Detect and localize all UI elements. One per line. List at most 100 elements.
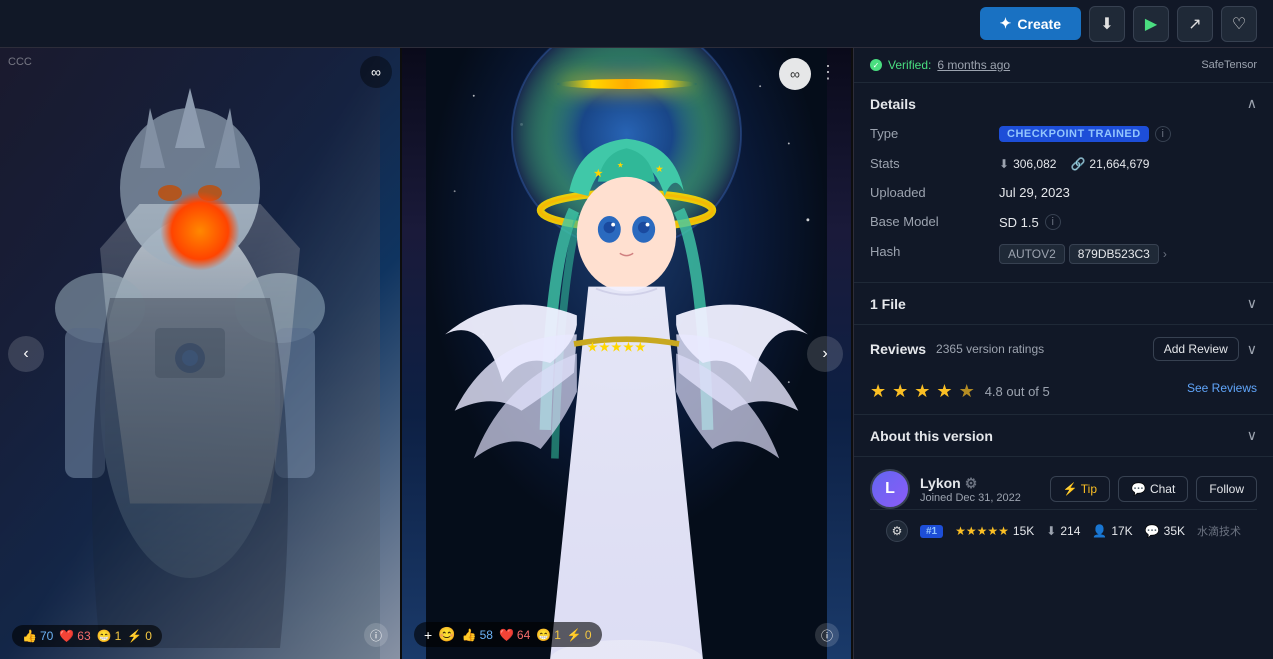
rating-text: 4.8 out of 5 [985,384,1050,399]
link-icon-center: ∞ [790,66,800,82]
bolt-count-center: 0 [585,628,592,642]
link-icon: ∞ [371,64,381,80]
reviews-rating-row: ★ ★ ★ ★ ★ 4.8 out of 5 See Reviews [870,373,1257,402]
base-model-info-icon[interactable]: i [1045,214,1061,230]
hash-value: AUTOV2 879DB523C3 › [999,242,1257,266]
gallery-prev-button[interactable]: ‹ [8,336,44,372]
model-stars: ★★★★★ [955,524,1009,538]
main-layout: CCC ∞ ‹ 👍 70 ❤️ 63 😁 1 [0,48,1273,659]
verified-dot: ✓ [870,59,882,71]
model-download-icon: ⬇ [1046,524,1056,538]
chat-button[interactable]: 💬 💬 Chat Chat [1118,476,1188,502]
heart-reaction-icon: ❤️ [59,629,74,643]
download-count: 306,082 [1013,157,1056,171]
image-tag-left: CCC [8,56,32,68]
watermark-text: 水滴技术 [1197,523,1241,539]
reviews-section: Reviews 2365 version ratings Add Review … [854,325,1273,415]
laugh-count-center: 1 [554,628,561,642]
details-content: Type CHECKPOINT TRAINED i Stats ⬇ 306,08… [854,124,1273,282]
uploaded-label: Uploaded [870,183,999,202]
download-button[interactable]: ⬇ [1089,6,1125,42]
link-count: 21,664,679 [1089,157,1149,171]
info-button-left[interactable]: ⓘ [364,623,388,647]
tip-button[interactable]: ⚡ Tip [1050,476,1110,502]
base-model-text: SD 1.5 [999,215,1039,230]
stars-row: ★ ★ ★ ★ ★ 4.8 out of 5 [870,373,1050,402]
model-users-icon: 👤 [1092,524,1107,538]
thumbs-icon: 👍 [22,629,37,643]
create-icon: ✦ [1000,15,1012,32]
share-icon: ↗ [1188,14,1201,34]
checkpoint-badge: CHECKPOINT TRAINED [999,126,1149,142]
model-download-stat: ⬇ 214 [1046,524,1080,538]
reviews-title: Reviews [870,341,926,357]
svg-text:★: ★ [617,160,624,169]
follow-button[interactable]: Follow [1196,476,1257,502]
heart-icon: ♡ [1232,14,1246,34]
author-details: Lykon ⚙ Joined Dec 31, 2022 [920,475,1021,504]
details-section: Details ∧ Type CHECKPOINT TRAINED i Stat… [854,83,1273,283]
svg-text:★: ★ [655,164,664,175]
star-1: ★ [870,381,886,402]
about-section-header[interactable]: About this version ∨ [854,415,1273,456]
details-title: Details [870,96,916,112]
image-link-button[interactable]: ∞ [779,58,811,90]
bolt-icon: ⚡ [127,629,142,643]
create-label: Create [1017,16,1061,32]
heart-count-center: 64 [517,628,530,642]
favorite-button[interactable]: ♡ [1221,6,1257,42]
details-chevron-icon: ∧ [1247,95,1257,112]
stats-value: ⬇ 306,082 🔗 21,664,679 [999,154,1257,173]
model-comments-stat: 💬 35K [1145,524,1185,538]
emoji-btn[interactable]: 😊 [438,626,455,643]
type-info-icon[interactable]: i [1155,126,1171,142]
author-row: L Lykon ⚙ Joined Dec 31, 2022 ⚡ Tip 💬 [870,469,1257,509]
hash-arrow-icon[interactable]: › [1163,247,1167,261]
gallery-next-button[interactable]: › [807,336,843,372]
type-value: CHECKPOINT TRAINED i [999,124,1257,144]
hash-label: Hash [870,242,999,266]
verified-time-link[interactable]: 6 months ago [937,58,1010,72]
chat-icon: 💬 [1131,482,1146,496]
verified-label: Verified: [888,58,931,72]
add-reaction-btn[interactable]: + [424,627,432,643]
stats-label: Stats [870,154,999,173]
bolt-icon-center: ⚡ [567,628,582,642]
reviews-count: 2365 version ratings [936,342,1044,356]
share-button[interactable]: ↗ [1177,6,1213,42]
angel-image: ★ ★ ★ ★★★★★ [402,48,851,659]
details-section-header[interactable]: Details ∧ [854,83,1273,124]
about-title: About this version [870,428,993,444]
heart-icon-center: ❤️ [499,628,514,642]
add-review-button[interactable]: Add Review [1153,337,1239,361]
play-icon: ▶ [1145,14,1157,34]
heart-reaction: ❤️ 63 [59,629,90,643]
author-verified-icon: ⚙ [965,475,978,492]
verified-badge: ✓ Verified: 6 months ago [870,58,1010,72]
laugh-icon-center: 😁 [536,628,551,642]
laugh-reaction: 😁 1 [97,629,122,643]
create-button[interactable]: ✦ Create [980,7,1081,40]
laugh-count: 1 [115,629,122,643]
heart-reaction-center: ❤️ 64 [499,628,530,642]
link-stat-icon: 🔗 [1070,157,1085,171]
model-stats-row: ⚙ #1 ★★★★★ 15K ⬇ 214 👤 17K 💬 35K [870,509,1257,552]
model-comments-count: 35K [1164,524,1185,538]
link-icon-left[interactable]: ∞ [360,56,392,88]
file-section-header[interactable]: 1 File ∨ [854,283,1273,324]
verified-bar: ✓ Verified: 6 months ago SafeTensor [854,48,1273,83]
robot-svg [0,48,380,659]
file-section-title: 1 File [870,296,906,312]
safe-tensor-label: SafeTensor [1201,59,1257,71]
more-options-button[interactable]: ⋮ [815,58,841,87]
details-table: Type CHECKPOINT TRAINED i Stats ⬇ 306,08… [870,124,1257,266]
thumbs-reaction-center: 👍 58 [462,628,493,642]
thumbs-icon-center: 👍 [462,628,477,642]
see-reviews-link[interactable]: See Reviews [1187,381,1257,395]
author-info: L Lykon ⚙ Joined Dec 31, 2022 [870,469,1021,509]
reviews-left: Reviews 2365 version ratings [870,341,1044,357]
author-name-row: Lykon ⚙ [920,475,1021,492]
info-button-center[interactable]: ⓘ [815,623,839,647]
play-button[interactable]: ▶ [1133,6,1169,42]
author-avatar[interactable]: L [870,469,910,509]
